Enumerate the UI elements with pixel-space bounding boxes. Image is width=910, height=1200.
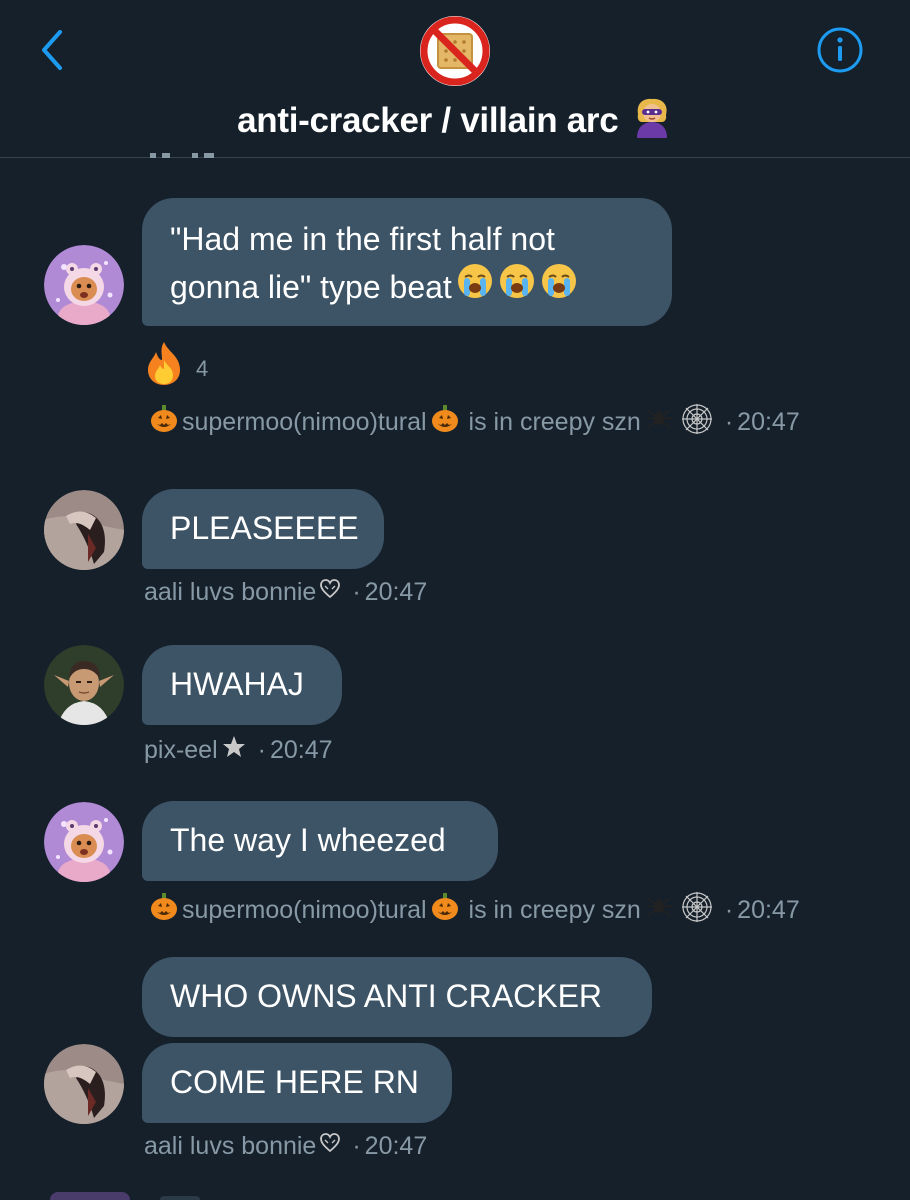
message-5b-text: COME HERE RN [170, 1064, 419, 1100]
message-bubble-5a[interactable]: WHO OWNS ANTI CRACKER [142, 957, 652, 1037]
heart-decoration-icon [319, 578, 341, 607]
message-time: 20:47 [737, 408, 800, 436]
sender-name: supermoo(nimoo)tural [182, 408, 427, 436]
message-time: 20:47 [737, 896, 800, 924]
spider-web-icon [680, 890, 714, 931]
message-time: 20:47 [364, 578, 428, 606]
no-crackers-icon [420, 16, 490, 86]
avatar-pix-eel[interactable] [44, 645, 124, 725]
spider-icon [644, 404, 674, 441]
reaction-count: 4 [196, 356, 209, 381]
message-4-text: The way I wheezed [170, 822, 446, 858]
sender-name: pix-eel [144, 736, 218, 764]
group-title: anti-cracker / villain arc [237, 101, 619, 140]
star-icon [221, 734, 247, 767]
sender-suffix: is in creepy szn [468, 408, 641, 436]
loudly-crying-face-icon [540, 262, 578, 312]
group-title-row[interactable]: anti-cracker / villain arc [0, 96, 910, 141]
message-2-text: PLEASEEEE [170, 510, 359, 546]
message-bubble-2[interactable]: PLEASEEEE [142, 489, 384, 569]
message-4-meta: supermoo(nimoo)tural is in creepy szn · … [146, 890, 800, 931]
jack-o-lantern-icon [430, 404, 460, 441]
info-button[interactable] [812, 24, 868, 76]
sender-name: supermoo(nimoo)tural [182, 896, 427, 924]
next-bubble-peek [160, 1196, 200, 1200]
message-3-text: HWAHAJ [170, 666, 304, 702]
spider-icon [644, 892, 674, 929]
message-2-meta: aali luvs bonnie · 20:47 [144, 578, 428, 607]
avatar-aali[interactable] [44, 1044, 124, 1124]
message-3-meta: pix-eel · 20:47 [144, 734, 333, 767]
message-bubble-3[interactable]: HWAHAJ [142, 645, 342, 725]
sender-suffix: is in creepy szn [468, 896, 641, 924]
message-1-line-2: gonna lie" type beat [170, 269, 452, 305]
avatar-aali[interactable] [44, 490, 124, 570]
chevron-left-icon [42, 30, 62, 70]
message-time: 20:47 [269, 736, 333, 764]
loudly-crying-face-icon [456, 262, 494, 312]
avatar-supermoo[interactable] [44, 802, 124, 882]
message-5a-text: WHO OWNS ANTI CRACKER [170, 978, 603, 1014]
message-1-meta: supermoo(nimoo)tural is in creepy szn · … [146, 402, 800, 443]
next-avatar-peek [50, 1192, 130, 1200]
jack-o-lantern-icon [430, 892, 460, 929]
back-button[interactable] [28, 24, 76, 76]
message-1-line-1: "Had me in the first half not [170, 221, 555, 257]
reaction-fire[interactable]: 4 [142, 340, 208, 386]
message-bubble-1[interactable]: "Had me in the first half not gonna lie"… [142, 198, 672, 326]
supervillain-emoji [636, 98, 667, 138]
spider-web-icon [680, 402, 714, 443]
message-bubble-4[interactable]: The way I wheezed [142, 801, 498, 881]
chat-header: anti-cracker / villain arc [0, 0, 910, 158]
group-avatar[interactable] [418, 14, 492, 88]
jack-o-lantern-icon [149, 892, 179, 929]
heart-decoration-icon [319, 1132, 341, 1161]
avatar-supermoo[interactable] [44, 245, 124, 325]
info-circle-icon [817, 27, 863, 73]
jack-o-lantern-icon [149, 404, 179, 441]
loudly-crying-face-icon [498, 262, 536, 312]
message-bubble-5b[interactable]: COME HERE RN [142, 1043, 452, 1123]
sender-name: aali luvs bonnie [144, 1132, 317, 1160]
sender-name: aali luvs bonnie [144, 578, 317, 606]
message-time: 20:47 [364, 1132, 428, 1160]
cutoff-previous-message [140, 150, 230, 160]
message-5-meta: aali luvs bonnie · 20:47 [144, 1132, 428, 1161]
fire-emoji-icon [148, 342, 180, 385]
